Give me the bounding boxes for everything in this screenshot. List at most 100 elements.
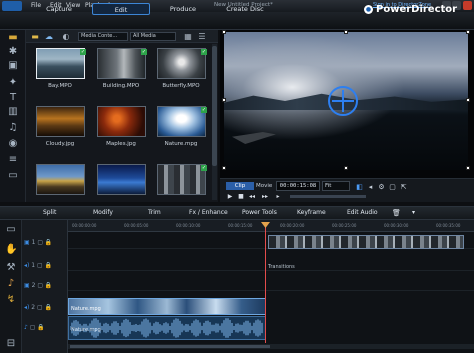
media-thumbnail[interactable] — [36, 164, 85, 195]
keyframe-button[interactable]: Keyframe — [297, 209, 326, 216]
track-number: 2 — [31, 282, 36, 289]
resize-handle[interactable] — [222, 166, 226, 170]
video-track-2-header[interactable]: ▣ 2 ▢ 🔒 — [24, 282, 66, 296]
timeline-scrollbar-thumb[interactable] — [70, 345, 270, 348]
resize-handle[interactable] — [222, 98, 226, 102]
media-thumbnail-label: Bay.MPO — [48, 83, 72, 89]
transition-label: Transitions — [268, 264, 295, 270]
ruler-tick-label: 00:00:20:00 — [280, 223, 305, 228]
cloud-download-icon[interactable]: ☁ — [44, 32, 54, 41]
media-thumbnail-label: Building.MPO — [102, 83, 140, 89]
movie-mode-tab[interactable]: Movie — [256, 182, 274, 190]
media-thumbnail[interactable] — [97, 164, 146, 195]
track-number: 2 — [31, 304, 36, 311]
cyberlink-logo-icon: ● — [364, 5, 373, 14]
media-thumbnail[interactable] — [97, 48, 146, 79]
audio-mixing-room-icon[interactable]: ♫ — [7, 122, 19, 134]
focus-crosshair-horizontal — [332, 100, 354, 102]
grid-view-icon[interactable]: ▦ — [183, 32, 193, 41]
particle-room-icon[interactable]: ✦ — [7, 77, 19, 89]
zoom-dropdown[interactable]: Fit — [322, 181, 350, 191]
list-view-icon[interactable]: ☰ — [197, 32, 207, 41]
timecode-display[interactable]: 00:00:15:08 — [276, 181, 320, 191]
import-folder-icon[interactable]: ▬ — [30, 32, 40, 41]
fx-enhance-button[interactable]: Fx / Enhance — [189, 209, 228, 216]
track-number: 1 — [31, 262, 36, 269]
media-thumbnail-label: Maples.jpg — [106, 141, 136, 147]
ruler-tick-label: 00:00:30:00 — [384, 223, 409, 228]
fix-enhance-icon[interactable]: ♪ — [5, 278, 17, 290]
track-manager-icon[interactable]: ✋ — [5, 244, 17, 256]
power-tools-button[interactable]: Power Tools — [242, 209, 277, 216]
app-logo-icon — [2, 1, 22, 11]
stop-icon[interactable]: ■ — [237, 193, 245, 201]
tab-create-disc[interactable]: Create Disc — [216, 3, 274, 15]
timeline-video-clip[interactable] — [268, 235, 464, 249]
audio-track-1-header[interactable]: ◂) 1 ▢ 🔒 — [24, 262, 66, 276]
tab-produce[interactable]: Produce — [154, 3, 212, 15]
chapter-room-icon[interactable]: ≡ — [7, 154, 19, 166]
all-media-dropdown[interactable]: All Media — [130, 32, 176, 41]
magic-tools-icon[interactable]: ⚒ — [5, 262, 17, 274]
used-checkmark-icon: ✓ — [201, 49, 207, 55]
media-thumbnail[interactable] — [97, 106, 146, 137]
music-track-header[interactable]: ♪ ▢ 🔒 — [24, 324, 66, 338]
play-icon[interactable]: ▶ — [226, 193, 234, 201]
resize-handle[interactable] — [344, 30, 348, 34]
trim-button[interactable]: Trim — [148, 209, 161, 216]
playback-scrubber[interactable] — [290, 195, 366, 198]
undock-icon[interactable]: ⇱ — [399, 183, 408, 192]
zoom-timeline-icon[interactable]: ⊟ — [5, 338, 17, 350]
pip-room-icon[interactable]: ▣ — [7, 60, 19, 72]
media-thumbnail[interactable] — [157, 106, 206, 137]
more-icon[interactable]: ▾ — [412, 209, 415, 216]
media-content-dropdown[interactable]: Media Conte... — [78, 32, 128, 41]
effect-room-icon[interactable]: ✱ — [7, 46, 19, 58]
split-button[interactable]: Split — [43, 209, 56, 216]
tab-capture[interactable]: Capture — [30, 3, 88, 15]
delete-icon[interactable]: 🗑 — [392, 209, 401, 217]
ruler-tick-label: 00:00:05:00 — [124, 223, 149, 228]
3d-mode-icon[interactable]: ◧ — [355, 183, 364, 192]
resize-handle[interactable] — [222, 30, 226, 34]
used-checkmark-icon: ✓ — [201, 107, 207, 113]
video-track-1-header[interactable]: ▣ 1 ▢ 🔒 — [24, 239, 66, 253]
ruler-tick-label: 00:00:15:00 — [228, 223, 253, 228]
resize-handle[interactable] — [466, 166, 470, 170]
snapshot-icon[interactable]: ▢ — [388, 183, 397, 192]
track-number: 1 — [31, 239, 36, 246]
edit-audio-button[interactable]: Edit Audio — [347, 209, 378, 216]
voice-over-room-icon[interactable]: ◉ — [7, 138, 19, 150]
transition-room-icon[interactable]: ▥ — [7, 106, 19, 118]
timeline-view-icon[interactable]: ▭ — [5, 224, 17, 236]
modify-button[interactable]: Modify — [93, 209, 113, 216]
previous-frame-icon[interactable]: ◂◂ — [248, 193, 256, 201]
magic-style-icon[interactable]: ↯ — [5, 294, 17, 306]
tab-edit[interactable]: Edit — [92, 3, 150, 15]
clip-mode-tab[interactable]: Clip — [226, 182, 254, 190]
media-room-icon[interactable]: ▬ — [7, 32, 19, 44]
next-frame-icon[interactable]: ▸▸ — [261, 193, 269, 201]
audio-track-2-header[interactable]: ◂) 2 ▢ 🔒 — [24, 304, 66, 318]
ruler-tick-label: 00:00:10:00 — [176, 223, 201, 228]
resize-handle[interactable] — [466, 30, 470, 34]
brand-name: PowerDirector — [376, 4, 458, 15]
close-button[interactable] — [463, 1, 472, 10]
media-thumbnail[interactable] — [157, 164, 206, 195]
audio-clip-label: Nature.mpg — [71, 327, 101, 333]
media-thumbnail[interactable] — [36, 48, 85, 79]
used-checkmark-icon: ✓ — [80, 49, 86, 55]
subtitle-room-icon[interactable]: ▭ — [7, 170, 19, 182]
playhead-line — [265, 222, 266, 343]
resize-handle[interactable] — [466, 98, 470, 102]
title-room-icon[interactable]: T — [7, 92, 19, 104]
resize-handle[interactable] — [344, 166, 348, 170]
ruler-tick-label: 00:00:25:00 — [332, 223, 357, 228]
media-thumbnail[interactable] — [157, 48, 206, 79]
media-thumbnail[interactable] — [36, 106, 85, 137]
fast-forward-icon[interactable]: ▸ — [274, 193, 282, 201]
volume-icon[interactable]: ◂ — [366, 183, 375, 192]
library-menu-icon[interactable]: ◐ — [61, 32, 71, 41]
settings-gear-icon[interactable]: ⚙ — [377, 183, 386, 192]
library-scrollbar-thumb[interactable] — [212, 46, 217, 166]
